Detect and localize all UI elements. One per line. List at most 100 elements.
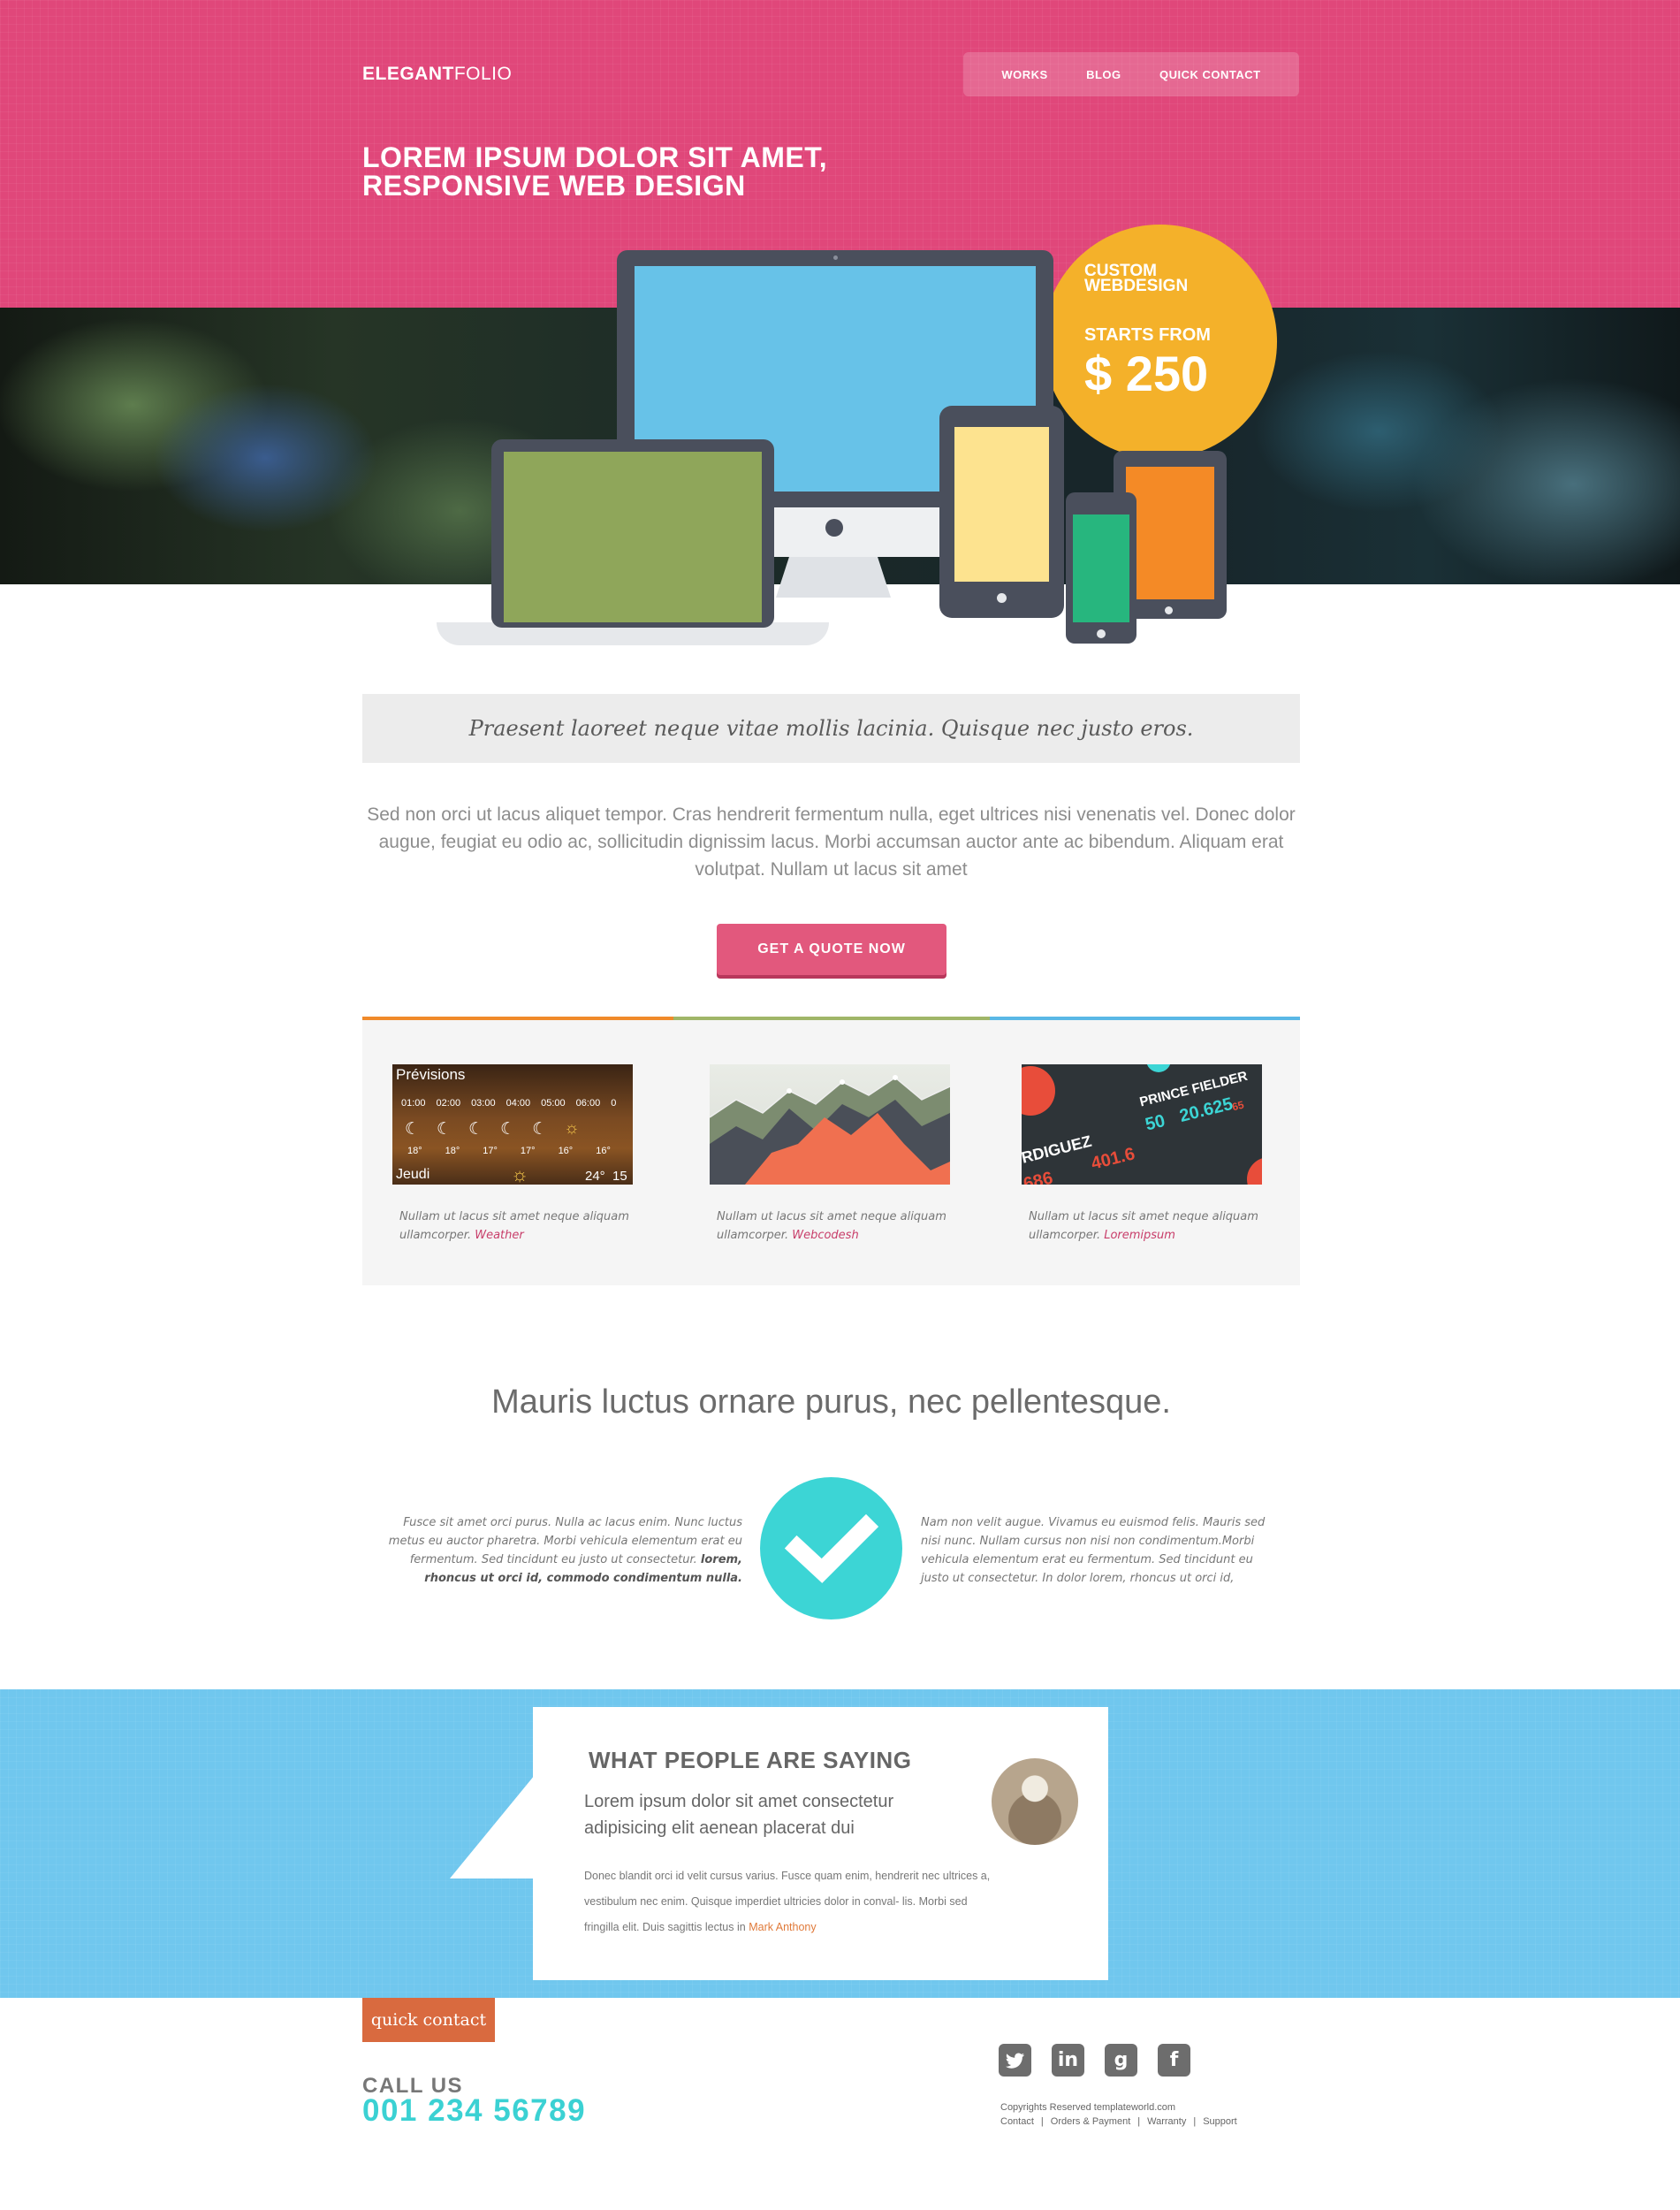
weather-hour: 06:00 bbox=[575, 1098, 601, 1109]
weather-temp: 16° bbox=[596, 1146, 611, 1156]
google-icon[interactable]: g bbox=[1105, 2044, 1137, 2077]
work-link-loremipsum[interactable]: Loremipsum bbox=[1104, 1229, 1175, 1242]
stats-value: 686 bbox=[1022, 1169, 1055, 1185]
tagline-bar: Praesent laoreet neque vitae mollis laci… bbox=[362, 694, 1300, 763]
work-caption: Nullam ut lacus sit amet neque aliquam u… bbox=[710, 1208, 950, 1245]
weather-hour: 0 bbox=[611, 1098, 617, 1109]
area-chart-illustration bbox=[710, 1075, 950, 1185]
nav-quick-contact[interactable]: QUICK CONTACT bbox=[1159, 68, 1261, 81]
footer-link-contact[interactable]: Contact bbox=[1000, 2116, 1034, 2127]
weather-day-temp-value: 24° bbox=[585, 1169, 605, 1184]
sports-stats-illustration: PRINCE FIELDER RDIGUEZ 50 20.625 401.6 6… bbox=[1022, 1064, 1262, 1185]
stats-value: 401.6 bbox=[1090, 1144, 1137, 1173]
phone-illustration bbox=[1066, 492, 1136, 644]
social-links: in g f bbox=[999, 2044, 1190, 2077]
promo-heading: CUSTOM WEBDESIGN bbox=[1084, 263, 1235, 295]
works-section: Prévisions 01:00 02:00 03:00 04:00 05:00… bbox=[362, 1020, 1300, 1285]
promo-starts-from: STARTS FROM bbox=[1084, 325, 1211, 345]
work-item: Nullam ut lacus sit amet neque aliquam u… bbox=[710, 1064, 950, 1245]
sun-icon: ☼ bbox=[564, 1119, 580, 1138]
phone-home-button bbox=[1097, 629, 1106, 638]
work-link-weather[interactable]: Weather bbox=[475, 1229, 524, 1242]
moon-icon: ☾ bbox=[500, 1120, 516, 1139]
weather-temp: 17° bbox=[520, 1146, 536, 1156]
work-caption: Nullam ut lacus sit amet neque aliquam u… bbox=[1022, 1208, 1262, 1245]
weather-icons: ☾ ☾ ☾ ☾ ☾ ☼ bbox=[405, 1119, 580, 1139]
copyright: Copyrights Reserved templateworld.com bbox=[1000, 2102, 1176, 2113]
work-link-webcodesh[interactable]: Webcodesh bbox=[792, 1229, 858, 1242]
laptop-illustration bbox=[491, 439, 774, 628]
phone-number[interactable]: 001 234 56789 bbox=[362, 2093, 586, 2129]
intro-text: Sed non orci ut lacus aliquet tempor. Cr… bbox=[367, 804, 1296, 880]
weather-hour: 03:00 bbox=[471, 1098, 496, 1109]
get-quote-button[interactable]: GET A QUOTE NOW bbox=[717, 924, 946, 975]
weather-day-extra: 15 bbox=[612, 1169, 627, 1184]
work-thumbnail-weather[interactable]: Prévisions 01:00 02:00 03:00 04:00 05:00… bbox=[392, 1064, 633, 1185]
work-thumbnail-loremipsum[interactable]: PRINCE FIELDER RDIGUEZ 50 20.625 401.6 6… bbox=[1022, 1064, 1262, 1185]
avatar bbox=[992, 1758, 1078, 1845]
weather-temp: 17° bbox=[483, 1146, 498, 1156]
footer-link-support[interactable]: Support bbox=[1203, 2116, 1237, 2127]
weather-hour: 05:00 bbox=[541, 1098, 566, 1109]
features-left-body: Fusce sit amet orci purus. Nulla ac lacu… bbox=[388, 1516, 742, 1566]
small-tablet-screen bbox=[1126, 467, 1214, 599]
twitter-icon[interactable] bbox=[999, 2044, 1031, 2077]
logo-light: FOLIO bbox=[453, 64, 513, 84]
price-promo-badge: CUSTOM WEBDESIGN STARTS FROM $ 250 bbox=[1043, 225, 1277, 459]
moon-icon: ☾ bbox=[532, 1120, 548, 1139]
phone-screen bbox=[1073, 514, 1129, 622]
check-badge bbox=[760, 1477, 902, 1619]
linkedin-icon[interactable]: in bbox=[1052, 2044, 1084, 2077]
logo-bold: ELEGANT bbox=[362, 64, 454, 84]
testimonial-body: Donec blandit orci id velit cursus variu… bbox=[584, 1863, 1000, 1940]
work-caption: Nullam ut lacus sit amet neque aliquam u… bbox=[392, 1208, 633, 1245]
weather-hours: 01:00 02:00 03:00 04:00 05:00 06:00 0 bbox=[401, 1098, 616, 1109]
hero-title: LOREM IPSUM DOLOR SIT AMET, RESPONSIVE W… bbox=[362, 143, 981, 200]
footer-link-warranty[interactable]: Warranty bbox=[1147, 2116, 1186, 2127]
stats-value: 50 bbox=[1144, 1111, 1167, 1135]
stats-name-2: RDIGUEZ bbox=[1022, 1132, 1093, 1167]
footer-link-orders[interactable]: Orders & Payment bbox=[1051, 2116, 1130, 2127]
weather-hour: 04:00 bbox=[506, 1098, 531, 1109]
work-item: PRINCE FIELDER RDIGUEZ 50 20.625 401.6 6… bbox=[1022, 1064, 1262, 1245]
weather-temps: 18° 18° 17° 17° 16° 16° bbox=[407, 1146, 611, 1156]
features-right-text: Nam non velit augue. Vivamus eu euismod … bbox=[921, 1516, 1266, 1585]
main-nav: WORKS BLOG QUICK CONTACT bbox=[963, 52, 1299, 96]
work-item: Prévisions 01:00 02:00 03:00 04:00 05:00… bbox=[392, 1064, 633, 1245]
site-logo[interactable]: ELEGANTFOLIO bbox=[362, 64, 512, 85]
small-tablet-home-button bbox=[1165, 606, 1173, 614]
quick-contact-button[interactable]: quick contact bbox=[362, 1998, 495, 2042]
facebook-icon[interactable]: f bbox=[1158, 2044, 1190, 2077]
weather-day: Jeudi bbox=[396, 1167, 430, 1182]
weather-temp: 16° bbox=[558, 1146, 574, 1156]
monitor-logo-dot bbox=[825, 519, 843, 537]
moon-icon: ☾ bbox=[405, 1120, 421, 1139]
testimonial-lead: Lorem ipsum dolor sit amet consectetur a… bbox=[584, 1792, 894, 1838]
weather-hour: 02:00 bbox=[436, 1098, 461, 1109]
footer-link-divider: | bbox=[1193, 2116, 1197, 2127]
laptop-screen bbox=[504, 452, 762, 622]
hero-title-line-1: LOREM IPSUM DOLOR SIT AMET, bbox=[362, 141, 828, 173]
weather-temp: 18° bbox=[445, 1146, 460, 1156]
work-thumbnail-webcodesh[interactable] bbox=[710, 1064, 950, 1185]
nav-works[interactable]: WORKS bbox=[1001, 68, 1047, 81]
testimonial-heading: WHAT PEOPLE ARE SAYING bbox=[589, 1747, 912, 1773]
weather-temp: 18° bbox=[407, 1146, 422, 1156]
footer-links: Contact | Orders & Payment | Warranty | Suppor… bbox=[1000, 2116, 1237, 2127]
stats-value: 65 bbox=[1231, 1099, 1246, 1114]
nav-blog[interactable]: BLOG bbox=[1086, 68, 1121, 81]
footer-link-divider: | bbox=[1137, 2116, 1141, 2127]
tablet-illustration bbox=[939, 406, 1064, 618]
promo-line-2: WEBDESIGN bbox=[1084, 277, 1189, 295]
tablet-home-button bbox=[997, 593, 1007, 603]
features-title: Mauris luctus ornare purus, nec pellente… bbox=[491, 1383, 1171, 1421]
weather-heading: Prévisions bbox=[396, 1066, 466, 1083]
tablet-screen bbox=[954, 427, 1049, 582]
monitor-stand bbox=[776, 555, 891, 598]
sun-icon: ☼ bbox=[511, 1163, 529, 1185]
weather-hour: 01:00 bbox=[401, 1098, 426, 1109]
moon-icon: ☾ bbox=[437, 1120, 452, 1139]
stats-value: 20.625 bbox=[1178, 1094, 1235, 1126]
monitor-camera bbox=[833, 255, 838, 260]
testimonial-author[interactable]: Mark Anthony bbox=[749, 1921, 816, 1933]
